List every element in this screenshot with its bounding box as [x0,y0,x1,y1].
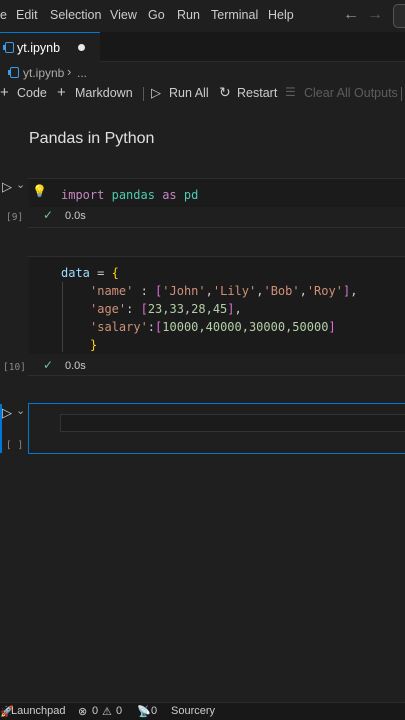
run-cell-icon[interactable]: ▷ [2,405,12,421]
code-token: , [350,284,358,298]
code-token: 'Bob' [263,284,300,298]
lightbulb-icon[interactable]: 💡 [32,184,47,198]
execution-time: 0.0s [65,210,86,222]
code-token: } [90,338,98,352]
code-line-2: 'name' : ['John','Lily','Bob','Roy'], [90,284,358,298]
code-token: import [61,188,105,202]
run-all-button[interactable]: Run All [169,86,209,100]
breadcrumb-more[interactable]: ... [77,66,87,80]
arrow-left-icon[interactable]: ← [343,6,359,24]
code-token: ] [328,320,336,334]
code-token: 'name' [90,284,134,298]
code-token: : [133,284,156,298]
restart-icon: ↻ [219,84,231,100]
menu-terminal[interactable]: Terminal [211,8,258,22]
code-line-3: 'age': [23,33,28,45], [90,302,242,316]
plus-icon: + [57,84,66,101]
menu-view[interactable]: View [110,8,137,22]
unsaved-dot-icon[interactable] [78,44,85,51]
breadcrumb-chevron-icon: › [67,64,72,79]
code-token: 23,33,28,45 [147,302,228,316]
code-line-5: } [90,338,97,352]
code-token: pandas [111,188,155,202]
code-token: as [162,188,177,202]
notebook-icon [3,42,14,53]
run-cell-icon[interactable]: ▷ [2,179,12,195]
code-token: : [126,302,141,316]
arrow-right-icon[interactable]: → [367,6,383,24]
menu-bar: e Edit Selection View Go Run Terminal He… [0,0,405,32]
code-token: 'Lily' [212,284,257,298]
code-token: = [89,266,112,280]
code-token: 'salary' [90,320,148,334]
add-code-button[interactable]: Code [17,86,47,100]
broadcast-icon: 📡 [137,706,151,718]
code-token: , [234,302,242,316]
menu-file-partial[interactable]: e [0,8,7,22]
code-token: 'Roy' [306,284,343,298]
warning-count[interactable]: 0 [116,705,122,717]
code-token: 'John' [162,284,206,298]
markdown-heading: Pandas in Python [29,130,155,147]
notebook-icon [8,67,19,78]
ports-count[interactable]: 0 [151,705,157,717]
add-markdown-button[interactable]: Markdown [75,86,133,100]
clear-outputs-icon: ☰ [285,85,296,99]
notebook-toolbar: + Code + Markdown ▷ Run All ↻ Restart ☰ … [0,84,405,104]
chevron-down-icon[interactable]: ⌄ [16,178,25,191]
indent-guide [62,282,63,352]
launchpad-item[interactable]: Launchpad [11,705,65,717]
restart-button[interactable]: Restart [237,86,277,100]
success-check-icon: ✓ [43,208,54,222]
plus-icon: + [0,84,9,101]
menu-go[interactable]: Go [148,8,165,22]
menu-edit[interactable]: Edit [16,8,38,22]
tab-bar: yt.ipynb [0,32,405,62]
warning-icon: ⚠ [102,706,112,718]
breadcrumb-file[interactable]: yt.ipynb [23,66,64,80]
code-token: data [61,266,90,280]
execution-count: [10] [3,362,26,373]
sourcery-item[interactable]: Sourcery [171,705,215,717]
tab-label: yt.ipynb [17,41,61,55]
code-token: { [111,266,119,280]
menu-run[interactable]: Run [177,8,200,22]
code-token: 10000,40000,30000,50000 [162,320,329,334]
success-check-icon: ✓ [43,358,54,372]
command-center[interactable] [393,4,405,28]
toolbar-divider [401,87,402,101]
code-line-1: data = { [61,266,119,280]
run-all-icon: ▷ [151,85,161,100]
cell-3-editor[interactable] [60,414,405,432]
error-count[interactable]: 0 [92,705,98,717]
execution-time: 0.0s [65,360,86,372]
status-bar: 🚀 Launchpad ⊗ 0 ⚠ 0 📡 0 Sourcery [0,702,405,720]
chevron-down-icon[interactable]: ⌄ [16,404,25,417]
execution-count: [ ] [6,440,24,451]
code-line-4: 'salary':[10000,40000,30000,50000] [90,320,336,334]
menu-help[interactable]: Help [268,8,294,22]
toolbar-divider [143,87,144,101]
breadcrumb: yt.ipynb › ... [0,62,405,84]
execution-count: [9] [6,212,24,223]
clear-all-outputs-button[interactable]: Clear All Outputs [304,86,398,100]
error-icon: ⊗ [78,706,88,718]
menu-selection[interactable]: Selection [50,8,101,22]
code-token: ] [227,302,235,316]
tab-yt-ipynb[interactable]: yt.ipynb [0,32,100,62]
code-token: : [147,320,156,334]
code-token: 'age' [90,302,127,316]
cell-1-code: import pandas as pd [61,188,198,202]
code-token: [ [140,302,148,316]
code-token: pd [183,188,199,202]
